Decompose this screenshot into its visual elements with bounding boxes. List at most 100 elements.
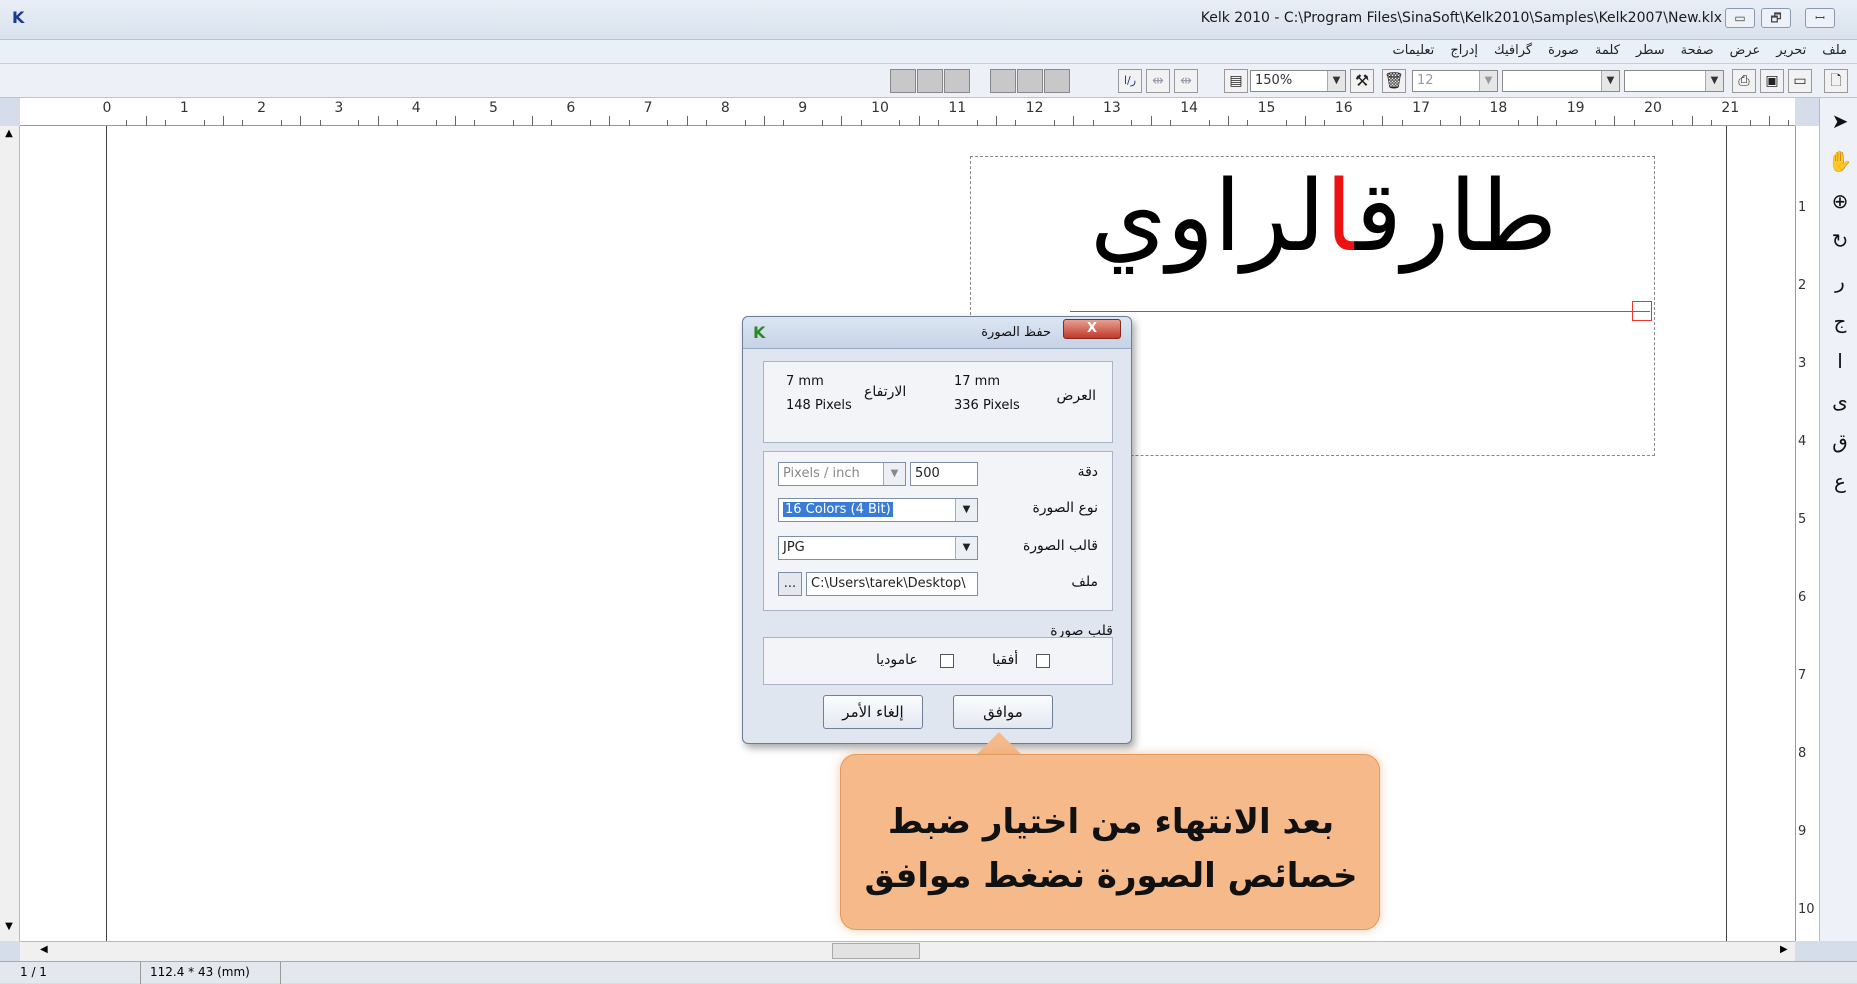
- ruler-number: 5: [489, 100, 498, 116]
- scroll-left-icon[interactable]: ◀: [40, 944, 48, 955]
- width-mm: 17 mm: [954, 374, 1001, 389]
- ruler-number: 4: [411, 100, 421, 116]
- style-select[interactable]: ▼: [1624, 70, 1724, 92]
- menu-help[interactable]: تعليمات: [1392, 43, 1434, 58]
- ruler-tick: [1305, 116, 1307, 126]
- menu-page[interactable]: صفحة: [1681, 43, 1714, 58]
- chevron-down-icon: ▼: [1705, 71, 1723, 91]
- page-margin-left: [106, 126, 107, 941]
- ruler-number: 6: [566, 100, 576, 116]
- page-icon[interactable]: ▤: [1224, 69, 1248, 93]
- scroll-down-icon[interactable]: ▼: [2, 921, 16, 935]
- ornament-tool-icon[interactable]: ع: [1827, 468, 1853, 494]
- menu-image[interactable]: صورة: [1548, 43, 1579, 58]
- horizontal-ruler: 0 1 2 3 4 5 6 7 8 9 10 11 12 13 14 15 16 17 18 19 20 21: [20, 98, 1795, 126]
- resolution-label: دقة: [1077, 464, 1098, 480]
- ok-button[interactable]: موافق: [953, 695, 1053, 729]
- rotate-icon[interactable]: ↻: [1827, 228, 1853, 254]
- ruler-tick: [841, 116, 843, 126]
- ruler-number: 7: [643, 100, 653, 116]
- image-format-label: قالب الصورة: [1022, 538, 1098, 554]
- resolution-unit-select[interactable]: Pixels / inch ▼: [778, 462, 906, 486]
- kashida-tool-icon[interactable]: ر: [1827, 268, 1853, 294]
- menu-view[interactable]: عرض: [1730, 43, 1761, 58]
- save-image-dialog: K حفظ الصورة X العرض 17 mm 336 Pixels ال…: [742, 316, 1132, 744]
- new-document-icon[interactable]: 🗋: [1824, 69, 1848, 93]
- minimize-button[interactable]: ▭: [1725, 8, 1755, 28]
- callout-line-1: بعد الانتهاء من اختيار ضبط: [887, 802, 1335, 842]
- word-tool-icon[interactable]: ق: [1827, 428, 1853, 454]
- vertical-ruler: 1 2 3 4 5 6 7 8 9 10: [1795, 126, 1819, 941]
- close-button[interactable]: ꟷ: [1805, 8, 1835, 28]
- print-icon[interactable]: ⎙: [1732, 69, 1756, 93]
- ruler-tick: [145, 116, 147, 126]
- ligature-tool-icon[interactable]: ی: [1827, 388, 1853, 414]
- align-button-1[interactable]: [890, 69, 916, 93]
- resize-handle[interactable]: [1632, 301, 1652, 321]
- spacing-icon-2[interactable]: ⇹: [1174, 69, 1198, 93]
- restore-button[interactable]: 🗗: [1761, 8, 1791, 28]
- image-format-select[interactable]: JPG ▼: [778, 536, 978, 560]
- justify-button-2[interactable]: [1017, 69, 1043, 93]
- chevron-down-icon: ▼: [1327, 71, 1345, 91]
- trash-icon[interactable]: 🗑: [1382, 69, 1406, 93]
- font-name-select[interactable]: ▼: [1502, 70, 1620, 92]
- ruler-number: 8: [720, 100, 730, 116]
- cancel-button[interactable]: إلغاء الأمر: [823, 695, 923, 729]
- hand-icon[interactable]: ✋: [1827, 148, 1853, 174]
- ruler-number: 3: [334, 100, 344, 116]
- menu-word[interactable]: كلمة: [1595, 43, 1620, 58]
- callout-text: بعد الانتهاء من اختيار ضبط خصائص الصورة …: [861, 795, 1361, 903]
- justify-button-1[interactable]: [990, 69, 1016, 93]
- calligraphy-text[interactable]: طارقالراوي: [1090, 160, 1557, 274]
- ruler-tick: [1073, 116, 1075, 126]
- ruler-tick: [1459, 116, 1461, 126]
- stretch-tool-icon[interactable]: ج: [1827, 308, 1853, 334]
- save-icon[interactable]: ▣: [1760, 69, 1784, 93]
- ruler-tick: [609, 116, 611, 126]
- spacing-icon-1[interactable]: ⇹: [1146, 69, 1170, 93]
- ruler-tick: [1382, 116, 1384, 126]
- flip-horizontal-checkbox[interactable]: [1036, 654, 1050, 668]
- resolution-input[interactable]: 500: [910, 462, 978, 486]
- dimensions-group: العرض 17 mm 336 Pixels الارتفاع 7 mm 148…: [763, 361, 1113, 443]
- pointer-icon[interactable]: ➤: [1827, 108, 1853, 134]
- settings-group: دقة Pixels / inch ▼ 500 نوع الصورة 16 Col…: [763, 451, 1113, 611]
- direction-button[interactable]: ر/ا: [1118, 69, 1142, 93]
- ruler-number: 16: [1334, 100, 1353, 116]
- align-button-3[interactable]: [944, 69, 970, 93]
- menu-insert[interactable]: إدراج: [1450, 43, 1478, 58]
- ruler-number: 7: [1798, 668, 1807, 683]
- tools-icon[interactable]: ⚒: [1350, 69, 1374, 93]
- vertical-scrollbar[interactable]: ▲ ▼: [0, 126, 20, 941]
- ruler-tick: [300, 116, 302, 126]
- font-size-select[interactable]: 12 ▼: [1412, 70, 1498, 92]
- image-type-select[interactable]: 16 Colors (4 Bit) ▼: [778, 498, 978, 522]
- scroll-thumb[interactable]: [832, 943, 920, 959]
- height-label: الارتفاع: [864, 384, 907, 400]
- ruler-number: 2: [257, 100, 267, 116]
- justify-button-3[interactable]: [1044, 69, 1070, 93]
- menu-graphic[interactable]: گرافيك: [1494, 43, 1532, 58]
- ruler-number: 4: [1798, 434, 1807, 449]
- menu-file[interactable]: ملف: [1822, 43, 1847, 58]
- ruler-number: 17: [1412, 100, 1431, 116]
- letter-tool-icon[interactable]: ا: [1827, 348, 1853, 374]
- dialog-close-button[interactable]: X: [1063, 319, 1121, 339]
- scroll-up-icon[interactable]: ▲: [2, 128, 16, 142]
- menu-edit[interactable]: تحرير: [1776, 43, 1806, 58]
- ruler-number: 15: [1257, 100, 1276, 116]
- zoom-select[interactable]: 150% ▼: [1250, 70, 1346, 92]
- ruler-number: 5: [1798, 512, 1807, 527]
- menu-line[interactable]: سطر: [1636, 43, 1665, 58]
- width-pixels: 336 Pixels: [954, 398, 1020, 413]
- calligraphy-part-red: ا: [1325, 160, 1356, 274]
- scroll-right-icon[interactable]: ▶: [1780, 944, 1788, 955]
- open-folder-icon[interactable]: ▭: [1788, 69, 1812, 93]
- browse-button[interactable]: ...: [778, 572, 802, 596]
- flip-vertical-checkbox[interactable]: [940, 654, 954, 668]
- align-button-2[interactable]: [917, 69, 943, 93]
- file-path-input[interactable]: C:\Users\tarek\Desktop\: [806, 572, 978, 596]
- horizontal-scrollbar[interactable]: ◀ ▶: [20, 941, 1795, 961]
- zoom-icon[interactable]: ⊕: [1827, 188, 1853, 214]
